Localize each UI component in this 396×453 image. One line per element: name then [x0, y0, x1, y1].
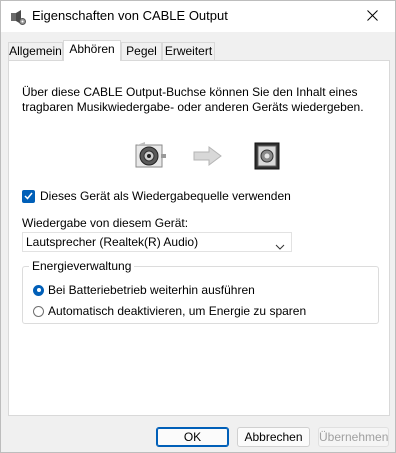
playback-device-select[interactable]: Lautsprecher (Realtek(R) Audio) [22, 232, 292, 252]
tab-label: Abhören [69, 42, 115, 56]
radio-continue-on-battery[interactable]: Bei Batteriebetrieb weiterhin ausführen [33, 283, 255, 297]
power-management-label: Energieverwaltung [29, 259, 135, 273]
listen-tab-panel: Über diese CABLE Output-Buchse können Si… [8, 60, 390, 416]
radio-label: Automatisch deaktivieren, um Energie zu … [48, 304, 307, 318]
cancel-button[interactable]: Abbrechen [237, 427, 310, 447]
close-button[interactable] [349, 1, 395, 32]
close-icon [366, 9, 378, 24]
radio-label: Bei Batteriebetrieb weiterhin ausführen [48, 283, 255, 297]
title-bar[interactable]: Eigenschaften von CABLE Output [1, 1, 395, 33]
checkbox-checked[interactable] [22, 189, 35, 203]
arrow-right-icon [193, 146, 223, 169]
checkbox-label: Dieses Gerät als Wiedergabequelle verwen… [40, 189, 291, 203]
tab-label: Erweitert [164, 44, 213, 58]
selected-playback-device: Lautsprecher (Realtek(R) Audio) [26, 235, 199, 249]
use-as-playback-source-checkbox[interactable]: Dieses Gerät als Wiedergabequelle verwen… [22, 189, 291, 203]
tab-label: Pegel [126, 44, 157, 58]
ok-button[interactable]: OK [156, 427, 229, 447]
device-illustration [135, 141, 280, 174]
tab-allgemein[interactable]: Allgemein [8, 42, 63, 60]
chevron-down-icon [275, 239, 285, 253]
tab-erweitert[interactable]: Erweitert [162, 42, 215, 60]
power-management-group: Energieverwaltung Bei Batteriebetrieb we… [22, 259, 379, 324]
radio-button-selected[interactable] [33, 284, 44, 296]
tab-abhoeren[interactable]: Abhören [63, 40, 121, 61]
speaker-device-icon [253, 142, 281, 173]
radio-auto-disable[interactable]: Automatisch deaktivieren, um Energie zu … [33, 304, 306, 318]
speaker-settings-icon [10, 9, 26, 25]
tab-pegel[interactable]: Pegel [121, 42, 162, 60]
tab-label: Allgemein [9, 44, 62, 58]
playback-device-label: Wiedergabe von diesem Gerät: [22, 216, 189, 230]
apply-button[interactable]: Übernehmen [318, 427, 389, 447]
properties-dialog: Eigenschaften von CABLE Output Allgemein… [0, 0, 396, 453]
window-title: Eigenschaften von CABLE Output [32, 8, 228, 23]
cable-device-icon [135, 141, 167, 174]
radio-button[interactable] [33, 305, 44, 317]
listen-description: Über diese CABLE Output-Buchse können Si… [22, 85, 364, 114]
